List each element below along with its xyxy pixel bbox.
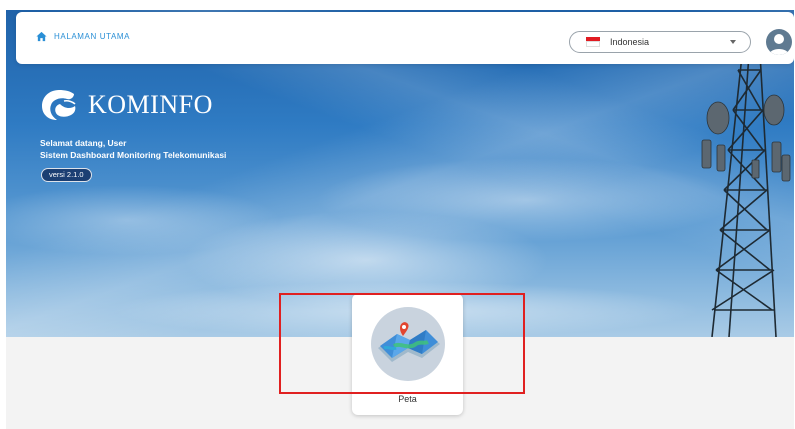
system-subtitle: Sistem Dashboard Monitoring Telekomunika… xyxy=(40,150,227,160)
indonesia-flag-icon xyxy=(586,37,600,47)
welcome-text: Selamat datang, User Sistem Dashboard Mo… xyxy=(40,137,226,161)
map-icon xyxy=(371,307,445,381)
home-icon xyxy=(36,31,47,42)
welcome-line: Selamat datang, User xyxy=(40,138,127,148)
page: HALAMAN UTAMA Indonesia KOMINFO Selamat … xyxy=(6,10,794,429)
version-badge: versi 2.1.0 xyxy=(41,168,92,182)
language-select-value: Indonesia xyxy=(610,37,650,47)
chevron-down-icon xyxy=(730,40,736,44)
kominfo-logo-icon xyxy=(42,90,76,120)
menu-card-peta[interactable]: Peta xyxy=(352,294,463,415)
user-avatar-icon[interactable] xyxy=(766,29,792,55)
top-navbar: HALAMAN UTAMA Indonesia xyxy=(16,12,794,64)
kominfo-brand: KOMINFO xyxy=(40,88,213,122)
brand-name: KOMINFO xyxy=(88,90,213,119)
language-select[interactable]: Indonesia xyxy=(569,31,751,53)
home-link-label: HALAMAN UTAMA xyxy=(54,32,131,41)
home-link[interactable]: HALAMAN UTAMA xyxy=(36,31,130,42)
menu-card-label: Peta xyxy=(398,394,417,404)
